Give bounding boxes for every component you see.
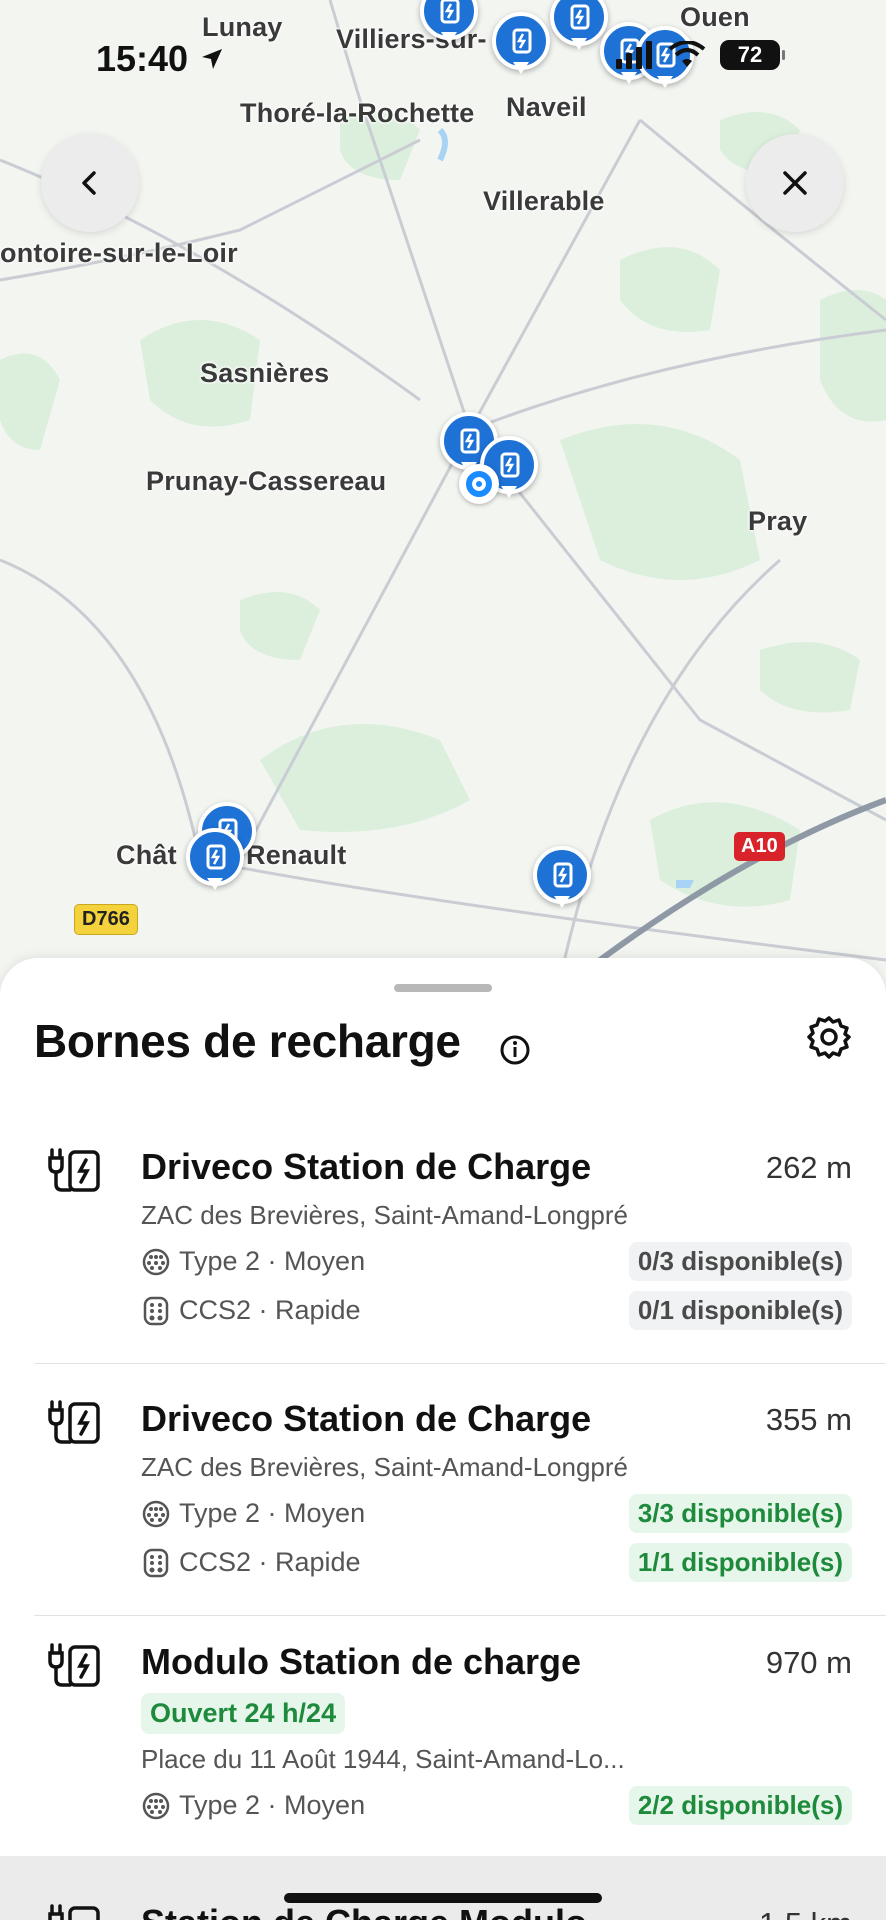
map-label: Renault xyxy=(246,840,347,870)
sheet-grabber[interactable] xyxy=(394,984,492,992)
station-name: Driveco Station de Charge xyxy=(141,1398,592,1439)
sheet-title: Bornes de recharge xyxy=(34,1015,461,1067)
map-label: Prunay-Cassereau xyxy=(146,466,387,496)
charging-station-icon xyxy=(48,1643,100,1687)
station-name: Station de Charge Modulo xyxy=(141,1902,587,1920)
station-distance: 262 m xyxy=(765,1150,852,1185)
availability-badge: 1/1 disponible(s) xyxy=(628,1543,852,1582)
type2-connector-icon xyxy=(142,1792,170,1819)
connector-label: CCS2 · Rapide xyxy=(179,1547,361,1577)
map-label: Naveil xyxy=(506,92,587,122)
station-distance: 1,5 km xyxy=(759,1906,852,1920)
type2-connector-icon xyxy=(142,1248,170,1275)
station-address: Place du 11 Août 1944, Saint-Amand-Lo... xyxy=(141,1744,625,1774)
map-label: Villerable xyxy=(483,186,605,216)
type2-connector-icon xyxy=(142,1500,170,1527)
charging-station-pin[interactable] xyxy=(533,846,591,912)
current-location-marker xyxy=(459,464,499,504)
connector-label: Type 2 · Moyen xyxy=(179,1790,366,1820)
station-address: ZAC des Brevières, Saint-Amand-Longpré xyxy=(141,1452,629,1482)
close-button[interactable] xyxy=(746,134,844,232)
road-badge-d766: D766 xyxy=(74,904,138,935)
map-label: ontoire-sur-le-Loir xyxy=(0,238,238,268)
road-badge-a10: A10 xyxy=(734,832,785,861)
availability-badge: 2/2 disponible(s) xyxy=(628,1786,852,1825)
signal-icon xyxy=(616,41,652,69)
charging-stations-sheet: Bornes de recharge Driveco Station de Ch… xyxy=(0,958,886,1920)
charging-station-icon xyxy=(48,1148,100,1192)
connector-row: CCS2 · Rapide xyxy=(141,1295,361,1326)
info-icon[interactable] xyxy=(499,1034,531,1066)
connector-label: Type 2 · Moyen xyxy=(179,1246,366,1276)
location-arrow-icon xyxy=(202,49,223,69)
map-label: Sasnières xyxy=(200,358,330,388)
availability-badge: 0/3 disponible(s) xyxy=(628,1242,852,1281)
gear-icon[interactable] xyxy=(806,1014,852,1060)
charging-station-pin[interactable] xyxy=(492,12,550,78)
charging-station-icon xyxy=(48,1400,100,1444)
station-name: Modulo Station de charge xyxy=(141,1641,582,1682)
list-divider xyxy=(34,1363,886,1364)
connector-row: Type 2 · Moyen xyxy=(141,1498,365,1529)
close-icon xyxy=(783,171,807,195)
map-label: Pray xyxy=(748,506,808,536)
connector-row: Type 2 · Moyen xyxy=(141,1246,365,1277)
station-address: ZAC des Brevières, Saint-Amand-Longpré xyxy=(141,1200,629,1230)
status-indicators: 72 xyxy=(614,40,785,70)
charging-station-icon xyxy=(48,1904,100,1920)
home-indicator xyxy=(284,1893,602,1903)
availability-badge: 0/1 disponible(s) xyxy=(628,1291,852,1330)
map-label: Thoré-la-Rochette xyxy=(240,98,475,128)
station-distance: 355 m xyxy=(765,1402,852,1437)
ccs2-connector-icon xyxy=(143,1548,169,1577)
battery-indicator: 72 xyxy=(720,40,785,70)
map-view[interactable]: Lunay Villiers-sur- Ouen Naveil Thoré-la… xyxy=(0,0,886,980)
station-distance: 970 m xyxy=(765,1645,852,1680)
charging-station-pin[interactable] xyxy=(420,0,478,48)
wifi-icon xyxy=(668,41,706,67)
map-label: Chât xyxy=(116,840,177,870)
station-name: Driveco Station de Charge xyxy=(141,1146,592,1187)
opening-hours-badge: Ouvert 24 h/24 xyxy=(141,1693,346,1734)
back-button[interactable] xyxy=(41,134,139,232)
availability-badge: 3/3 disponible(s) xyxy=(628,1494,852,1533)
connector-row: Type 2 · Moyen xyxy=(141,1790,365,1821)
connector-row: CCS2 · Rapide xyxy=(141,1547,361,1578)
list-divider xyxy=(34,1615,886,1616)
ccs2-connector-icon xyxy=(143,1296,169,1325)
status-time: 15:40 xyxy=(96,38,226,80)
connector-label: CCS2 · Rapide xyxy=(179,1295,361,1325)
chevron-left-icon xyxy=(82,171,96,195)
connector-label: Type 2 · Moyen xyxy=(179,1498,366,1528)
charging-station-pin[interactable] xyxy=(186,828,244,894)
